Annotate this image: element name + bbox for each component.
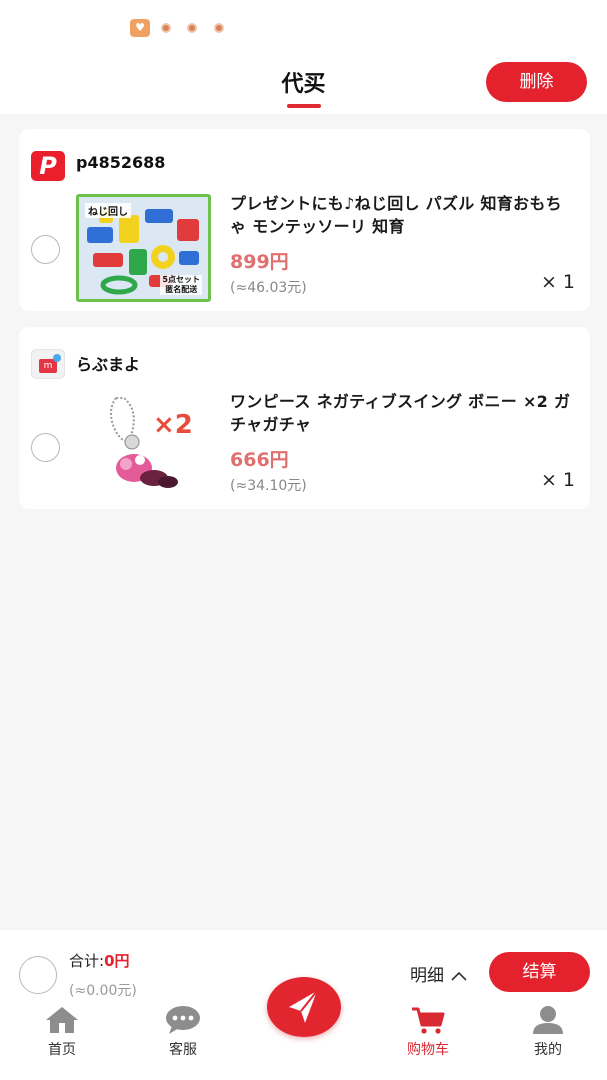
total-value: 0円 <box>104 952 130 970</box>
checkout-button[interactable]: 结算 <box>489 952 590 992</box>
send-icon <box>289 990 318 1023</box>
cart-item: P p4852688 ねじ回し 5点セット 匿名配送 プレゼントにも♪ねじ回し パ… <box>19 129 590 311</box>
product-image[interactable]: ねじ回し 5点セット 匿名配送 <box>76 194 211 302</box>
item-select-checkbox[interactable] <box>31 433 60 462</box>
nav-label: 首页 <box>48 1042 76 1058</box>
notification-dot <box>214 23 224 33</box>
nav-item-home[interactable]: 首页 <box>17 1005 107 1059</box>
total-summary: 合计:0円 <box>69 950 130 971</box>
total-label: 合计: <box>69 952 105 970</box>
image-label-2: 5点セット 匿名配送 <box>160 275 202 295</box>
status-bar: ♥ <box>0 0 607 56</box>
home-icon <box>46 1007 78 1033</box>
nav-label: 客服 <box>169 1042 197 1058</box>
keychain-figure-image <box>110 397 178 488</box>
chat-icon <box>166 1006 200 1034</box>
image-label: ねじ回し <box>85 203 131 218</box>
product-title[interactable]: ワンピース ネガティブスイング ボニー ×2 ガチャガチャ <box>230 390 575 436</box>
total-rmb: (≈0.00元) <box>69 983 137 999</box>
product-price-rmb: (≈34.10元) <box>230 478 307 494</box>
mercari-logo: m <box>31 349 65 379</box>
product-price: 899円 <box>230 251 289 273</box>
notification-dot <box>187 23 197 33</box>
bottom-bar: 合计:0円 (≈0.00元) 明细 结算 首页 客服 购物车 我的 <box>0 930 607 1080</box>
shop-name[interactable]: p4852688 <box>76 153 165 172</box>
product-price: 666円 <box>230 449 289 471</box>
nav-label: 购物车 <box>407 1042 449 1058</box>
detail-label: 明细 <box>410 966 444 986</box>
delete-button[interactable]: 删除 <box>486 62 587 102</box>
page-header: 代买 删除 <box>0 56 607 114</box>
cart-icon <box>412 1007 445 1034</box>
cart-item: m らぶまよ ×2 ワンピース ネガティブスイング ボニー ×2 ガチャガチャ … <box>19 327 590 509</box>
product-title[interactable]: プレゼントにも♪ねじ回し パズル 知育おもちゃ モンテッソーリ 知育 <box>230 192 575 238</box>
paypay-logo: P <box>31 151 65 181</box>
detail-toggle[interactable]: 明细 <box>410 961 469 986</box>
nav-item-mine[interactable]: 我的 <box>503 1005 593 1059</box>
notification-dot <box>161 23 171 33</box>
shop-name[interactable]: らぶまよ <box>76 351 140 375</box>
image-label: ×2 <box>153 410 193 440</box>
title-underline <box>287 104 321 108</box>
product-quantity: × 1 <box>540 469 575 491</box>
send-fab-button[interactable] <box>267 977 341 1037</box>
chevron-up-icon <box>451 971 467 981</box>
nav-label: 我的 <box>534 1042 562 1058</box>
user-icon <box>533 1006 563 1034</box>
select-all-checkbox[interactable] <box>19 956 57 994</box>
item-select-checkbox[interactable] <box>31 235 60 264</box>
heart-app-icon: ♥ <box>130 19 150 37</box>
product-price-rmb: (≈46.03元) <box>230 280 307 296</box>
product-image[interactable]: ×2 <box>76 392 211 500</box>
nav-item-service[interactable]: 客服 <box>138 1005 228 1059</box>
nav-item-cart[interactable]: 购物车 <box>383 1005 473 1059</box>
product-quantity: × 1 <box>540 271 575 293</box>
